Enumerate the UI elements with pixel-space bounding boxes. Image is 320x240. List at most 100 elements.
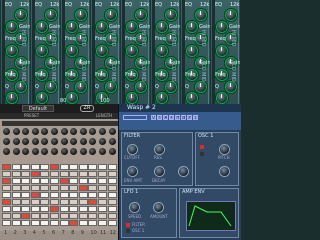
eq-lo-knob[interactable] — [157, 93, 167, 103]
lfo-speed-knob[interactable] — [130, 203, 139, 212]
step-pad[interactable] — [2, 206, 11, 212]
step-pad[interactable] — [30, 213, 40, 219]
eq-lo-knob[interactable] — [7, 93, 17, 103]
step-pad[interactable] — [98, 213, 107, 219]
eq-hi-knob[interactable] — [166, 10, 176, 20]
track-knob[interactable] — [3, 148, 10, 155]
step-pad[interactable] — [88, 171, 98, 177]
step-pad[interactable] — [107, 164, 117, 170]
step-pad[interactable] — [78, 192, 88, 198]
step-pad[interactable] — [88, 178, 98, 184]
step-pad[interactable] — [2, 199, 11, 205]
step-pad[interactable] — [78, 199, 88, 205]
step-pad[interactable] — [107, 220, 117, 226]
lfo-amount-knob[interactable] — [154, 203, 163, 212]
step-pad[interactable] — [98, 206, 107, 212]
track-knob[interactable] — [99, 128, 106, 135]
track-knob[interactable] — [31, 128, 39, 135]
patch-bank-button[interactable]: D — [169, 115, 174, 120]
step-pad[interactable] — [107, 199, 117, 205]
step-pad[interactable] — [69, 178, 79, 184]
decay-knob[interactable] — [155, 167, 164, 176]
step-pad[interactable] — [98, 220, 107, 226]
patch-bank-button[interactable]: F — [181, 115, 186, 120]
step-pad[interactable] — [11, 206, 21, 212]
step-pad[interactable] — [30, 178, 40, 184]
step-pad[interactable] — [107, 185, 117, 191]
track-knob[interactable] — [99, 138, 106, 145]
eq-lo-knob[interactable] — [37, 93, 47, 103]
step-pad[interactable] — [59, 192, 69, 198]
eq-hi-gain-knob[interactable] — [67, 22, 77, 32]
eq-q-knob[interactable] — [46, 82, 56, 92]
step-pad[interactable] — [59, 206, 69, 212]
step-pad[interactable] — [107, 213, 117, 219]
step-pad[interactable] — [11, 171, 21, 177]
step-pad[interactable] — [50, 178, 59, 184]
track-knob[interactable] — [31, 138, 39, 145]
track-knob[interactable] — [12, 128, 20, 135]
step-pad[interactable] — [59, 220, 69, 226]
eq-hi-knob[interactable] — [16, 10, 26, 20]
eq-q-knob[interactable] — [136, 82, 146, 92]
resonance-knob[interactable] — [155, 145, 164, 154]
preset-name-display[interactable]: Default — [22, 105, 54, 112]
track-knob[interactable] — [3, 138, 10, 145]
step-pad[interactable] — [40, 178, 50, 184]
step-pad[interactable] — [40, 206, 50, 212]
eq-hi-gain-knob[interactable] — [97, 22, 107, 32]
step-pad[interactable] — [21, 171, 31, 177]
step-pad[interactable] — [40, 185, 50, 191]
step-pad[interactable] — [40, 220, 50, 226]
eq-himid-knob[interactable] — [127, 46, 137, 56]
eq-lo-knob[interactable] — [187, 93, 197, 103]
osc-sync-button[interactable] — [200, 152, 204, 156]
step-pad[interactable] — [40, 213, 50, 219]
step-pad[interactable] — [11, 213, 21, 219]
step-pad[interactable] — [88, 199, 98, 205]
step-pad[interactable] — [98, 164, 107, 170]
step-pad[interactable] — [30, 199, 40, 205]
step-pad[interactable] — [69, 192, 79, 198]
step-pad[interactable] — [30, 164, 40, 170]
eq-himid-knob[interactable] — [157, 46, 167, 56]
step-pad[interactable] — [88, 213, 98, 219]
step-pad[interactable] — [78, 171, 88, 177]
eq-hi-knob[interactable] — [226, 10, 236, 20]
eq-himid-knob[interactable] — [187, 46, 197, 56]
step-pad[interactable] — [98, 171, 107, 177]
step-pad[interactable] — [40, 192, 50, 198]
step-pad[interactable] — [69, 213, 79, 219]
step-pad[interactable] — [40, 171, 50, 177]
step-pad[interactable] — [2, 171, 11, 177]
step-pad[interactable] — [21, 192, 31, 198]
step-pad[interactable] — [21, 185, 31, 191]
step-pad[interactable] — [88, 192, 98, 198]
step-pad[interactable] — [50, 185, 59, 191]
patch-bank-button[interactable]: E — [175, 115, 180, 120]
patch-bank-button[interactable]: A — [151, 115, 156, 120]
step-pad[interactable] — [2, 178, 11, 184]
eq-hi-gain-knob[interactable] — [157, 22, 167, 32]
step-pad[interactable] — [69, 206, 79, 212]
step-pad[interactable] — [88, 185, 98, 191]
patch-bank-button[interactable]: B — [157, 115, 162, 120]
step-pad[interactable] — [107, 206, 117, 212]
step-pad[interactable] — [21, 220, 31, 226]
step-pad[interactable] — [69, 164, 79, 170]
step-pad[interactable] — [2, 185, 11, 191]
step-pad[interactable] — [50, 213, 59, 219]
eq-q-knob[interactable] — [16, 82, 26, 92]
step-pad[interactable] — [88, 206, 98, 212]
step-pad[interactable] — [21, 199, 31, 205]
step-pad[interactable] — [59, 171, 69, 177]
step-pad[interactable] — [98, 199, 107, 205]
step-pad[interactable] — [78, 185, 88, 191]
step-pad[interactable] — [11, 192, 21, 198]
env-amount-knob[interactable] — [128, 167, 137, 176]
eq-lo-knob[interactable] — [67, 93, 77, 103]
step-pad[interactable] — [30, 220, 40, 226]
eq-hi-gain-knob[interactable] — [217, 22, 227, 32]
step-pad[interactable] — [107, 192, 117, 198]
step-pad[interactable] — [21, 178, 31, 184]
